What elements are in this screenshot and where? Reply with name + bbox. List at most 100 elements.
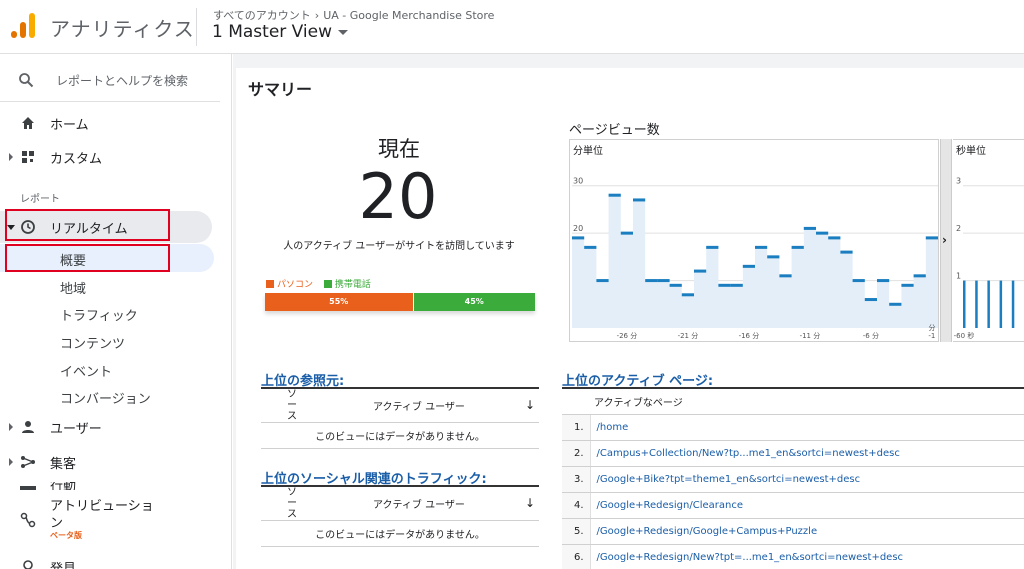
page-link[interactable]: /Google+Redesign/Google+Campus+Puzzle	[590, 518, 1024, 545]
social-col-source[interactable]: ソース	[261, 485, 323, 521]
row-rank: 3.	[562, 466, 591, 493]
page-link[interactable]: /Google+Redesign/Clearance	[590, 492, 1024, 519]
acquisition-icon	[21, 456, 35, 468]
data-bar	[755, 245, 768, 249]
x-tick-label: -26 分	[617, 331, 638, 340]
page-link[interactable]: /Google+Bike?tpt=theme1_en&sortci=newest…	[590, 466, 1024, 493]
x-tick-label: -16 分	[739, 331, 760, 340]
sidebar-item-custom[interactable]: カスタム	[0, 141, 220, 173]
data-bar	[645, 279, 658, 283]
page-link[interactable]: /Campus+Collection/New?tp...me1_en&sortc…	[590, 440, 1024, 467]
sidebar-subitem-content[interactable]: コンテンツ	[0, 327, 214, 355]
data-bar	[767, 255, 780, 259]
beta-badge: ベータ版	[50, 531, 82, 540]
summary-panel: サマリー 現在 20 人のアクティブ ユーザーがサイトを訪問しています パソコン…	[236, 68, 1024, 569]
sidebar-label-home: ホーム	[50, 118, 89, 133]
data-bar	[889, 302, 902, 306]
x-tick-label: -21 分	[678, 331, 699, 340]
table-row: 6./Google+Redesign/New?tpt=...me1_en&sor…	[562, 544, 1024, 569]
sidebar-item-users[interactable]: ユーザー	[0, 411, 220, 443]
row-rank: 6.	[562, 544, 591, 569]
analytics-logo-icon[interactable]	[10, 12, 36, 40]
data-bar	[730, 283, 743, 287]
social-col-users-text: アクティブ ユーザー	[373, 500, 465, 511]
table-row: 5./Google+Redesign/Google+Campus+Puzzle	[562, 518, 1024, 545]
legend-swatch-mobile	[323, 280, 332, 288]
main-content: サマリー 現在 20 人のアクティブ ユーザーがサイトを訪問しています パソコン…	[233, 54, 1024, 569]
data-bar	[608, 193, 621, 197]
data-bar	[877, 279, 890, 283]
sidebar-label-custom: カスタム	[50, 152, 103, 167]
data-bar	[963, 280, 966, 328]
page-link[interactable]: /home	[590, 414, 1024, 441]
active-users-caption: 人のアクティブ ユーザーがサイトを訪問しています	[283, 241, 515, 252]
sidebar-item-attribution[interactable]: アトリビューション ベータ版	[0, 494, 220, 544]
pageviews-per-second-chart: 1 2 3 -60 秒	[954, 177, 1024, 340]
top-bar: アナリティクス すべてのアカウント › UA - Google Merchandis…	[0, 0, 1024, 54]
sidebar-subitem-events[interactable]: イベント	[0, 355, 214, 383]
row-rank: 1.	[562, 414, 591, 441]
sidebar-search[interactable]: レポートとヘルプを検索	[0, 60, 220, 102]
sidebar-subitem-conversions[interactable]: コンバージョン	[0, 382, 214, 410]
referrers-col-users-text: アクティブ ユーザー	[373, 402, 465, 413]
data-bar	[694, 269, 707, 273]
data-bar	[620, 231, 633, 235]
data-bar	[913, 274, 926, 278]
sidebar-label-users: ユーザー	[50, 422, 102, 437]
referrers-col-source-text: ソース	[287, 389, 297, 422]
view-name: 1 Master View	[212, 22, 333, 42]
data-bar	[925, 236, 938, 240]
data-bar	[657, 279, 670, 283]
analytics-app: アナリティクス すべてのアカウント › UA - Google Merchandis…	[0, 0, 1024, 569]
breadcrumb-property[interactable]: UA - Google Merchandise Store	[323, 9, 494, 22]
y-tick-label: 1	[956, 272, 961, 281]
breadcrumb[interactable]: すべてのアカウント › UA - Google Merchandise Store	[213, 7, 494, 23]
x-tick-label: -6 分	[863, 331, 879, 340]
chevron-right-icon: ›	[314, 9, 320, 22]
sidebar-sublabel-conversions: コンバージョン	[60, 392, 151, 407]
referrers-col-source[interactable]: ソース	[261, 387, 323, 423]
data-bar	[1011, 280, 1015, 328]
x-tick-label: -11 分	[800, 331, 821, 340]
data-bar	[816, 231, 829, 235]
sidebar-item-acquisition[interactable]: 集客	[0, 446, 220, 478]
sidebar-item-discover[interactable]: 発見	[0, 551, 220, 569]
pageviews-per-minute-chart: 102030-26 分-21 分-16 分-11 分-6 分-1分	[572, 177, 938, 340]
behavior-icon	[20, 486, 36, 490]
legend-label-mobile: 携帯電話	[334, 280, 371, 290]
device-legend: パソコン 携帯電話	[266, 277, 379, 290]
data-bar	[718, 283, 731, 287]
top-pages-col-page[interactable]: アクティブなページ	[562, 387, 1024, 415]
view-selector[interactable]: 1 Master View	[212, 22, 349, 42]
social-table: ソース アクティブ ユーザー ↓ このビューにはデータがありません。	[261, 485, 539, 547]
sort-arrow-icon: ↓	[524, 398, 535, 412]
data-bar	[669, 283, 682, 287]
sidebar-subitem-traffic[interactable]: トラフィック	[0, 299, 214, 327]
data-bar	[852, 279, 865, 283]
area-fill	[572, 195, 938, 328]
pageviews-title: ページビュー数	[569, 123, 660, 138]
breadcrumb-all-accounts[interactable]: すべてのアカウント	[213, 9, 311, 22]
page-link[interactable]: /Google+Redesign/New?tpt=...me1_en&sortc…	[590, 544, 1024, 569]
data-bar	[596, 279, 609, 283]
row-rank: 2.	[562, 440, 591, 467]
expand-arrow-icon	[9, 423, 13, 431]
sidebar-subitem-location[interactable]: 地域	[0, 272, 214, 300]
chart-divider[interactable]: ›	[940, 139, 952, 342]
referrers-empty-message: このビューにはデータがありません。	[261, 422, 539, 449]
dropdown-arrow-icon	[338, 29, 349, 35]
social-col-users[interactable]: アクティブ ユーザー ↓	[323, 485, 539, 521]
data-bar	[901, 283, 914, 287]
device-bar-mobile: 45%	[413, 293, 535, 311]
sidebar-item-behavior[interactable]: 行動	[0, 482, 220, 490]
referrers-col-users[interactable]: アクティブ ユーザー ↓	[323, 387, 539, 423]
home-icon	[22, 117, 34, 129]
highlight-box-overview	[5, 244, 170, 272]
data-bar	[572, 236, 585, 240]
sidebar-item-home[interactable]: ホーム	[0, 107, 220, 139]
device-bar-desktop: 55%	[265, 293, 414, 311]
title-divider	[196, 8, 197, 46]
expand-arrow-icon	[9, 153, 13, 161]
x-axis-unit-label: 分	[929, 323, 936, 332]
attribution-icon	[20, 512, 36, 528]
